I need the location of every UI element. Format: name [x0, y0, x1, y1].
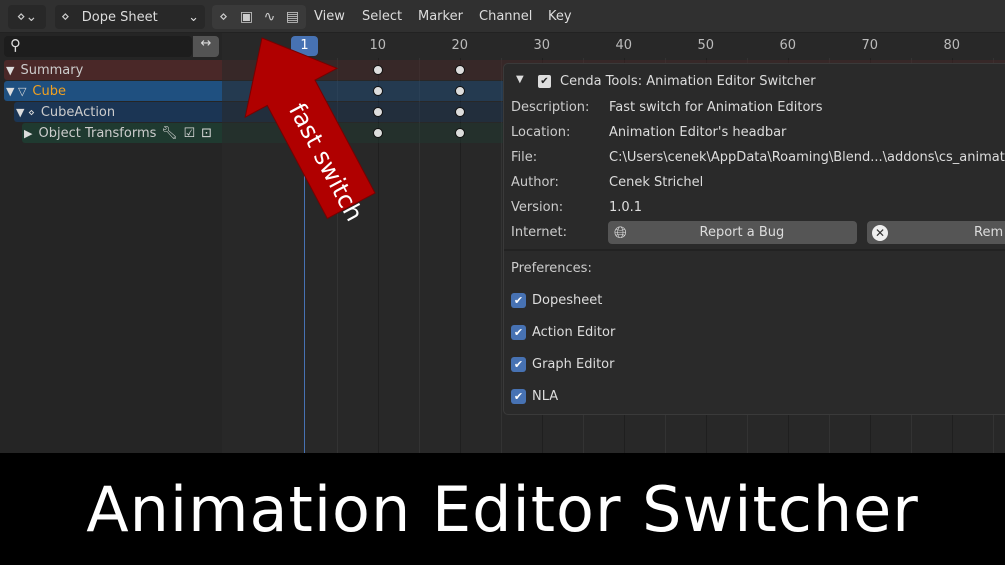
- pref-label: Action Editor: [532, 325, 616, 340]
- pref-checkbox-row[interactable]: ✔ Dopesheet: [511, 293, 602, 308]
- addon-title: Cenda Tools: Animation Editor Switcher: [560, 74, 816, 89]
- pref-checkbox-row[interactable]: ✔ Graph Editor: [511, 357, 614, 372]
- preferences-label: Preferences:: [511, 261, 592, 276]
- x-circle-icon: ✕: [872, 224, 888, 241]
- pref-checkbox-row[interactable]: ✔ NLA: [511, 389, 558, 404]
- internet-label: Internet:: [511, 225, 567, 240]
- pref-label: Dopesheet: [532, 293, 603, 308]
- checkbox-checked-icon[interactable]: ✔: [511, 325, 526, 340]
- pref-checkbox-row[interactable]: ✔ Action Editor: [511, 325, 615, 340]
- checkbox-checked-icon[interactable]: ✔: [511, 293, 526, 308]
- checkbox-checked-icon[interactable]: ✔: [511, 389, 526, 404]
- checkbox-checked-icon[interactable]: ✔: [511, 357, 526, 372]
- pref-label: NLA: [532, 389, 559, 404]
- info-label: Description:: [511, 100, 590, 115]
- info-label: Author:: [511, 175, 559, 190]
- info-value: Cenek Strichel: [609, 175, 704, 190]
- info-label: File:: [511, 150, 538, 165]
- remove-button[interactable]: ✕ Rem: [867, 221, 1005, 244]
- globe-icon: 🌐︎: [614, 222, 627, 242]
- info-value: 1.0.1: [609, 200, 643, 215]
- info-value: C:\Users\cenek\AppData\Roaming\Blend...\…: [609, 150, 1005, 165]
- info-label: Location:: [511, 125, 571, 140]
- title-banner: Animation Editor Switcher: [0, 453, 1005, 565]
- info-value: Fast switch for Animation Editors: [609, 100, 823, 115]
- collapse-triangle-icon[interactable]: ▼: [516, 74, 524, 85]
- info-label: Version:: [511, 200, 564, 215]
- addon-preferences-panel: ▼ ✔ Cenda Tools: Animation Editor Switch…: [503, 63, 1005, 415]
- info-value: Animation Editor's headbar: [609, 125, 787, 140]
- report-bug-button[interactable]: 🌐︎ Report a Bug: [608, 221, 857, 244]
- addon-enable-checkbox[interactable]: ✔: [538, 75, 551, 88]
- pref-label: Graph Editor: [532, 357, 615, 372]
